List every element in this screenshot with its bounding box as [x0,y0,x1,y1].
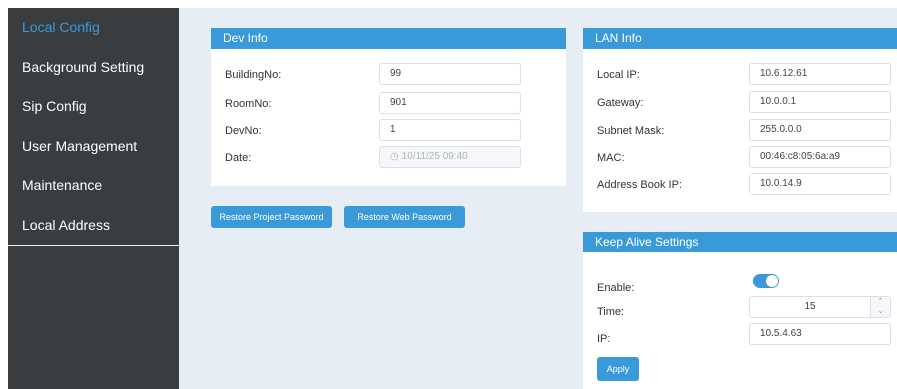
keep-alive-ip-input[interactable]: 10.5.4.63 [749,323,891,345]
local-ip-label: Local IP: [597,69,640,81]
gateway-input[interactable]: 10.0.0.1 [749,91,891,113]
subnet-row: Subnet Mask: 255.0.0.0 [583,119,897,143]
enable-label: Enable: [597,282,635,294]
sidebar-divider [8,245,179,246]
lan-info-panel: LAN Info Local IP: 10.6.12.61 Gateway: 1… [583,28,897,212]
enable-toggle[interactable] [753,274,779,288]
date-value: 10/11/25 09:40 [401,151,468,162]
room-label: RoomNo: [225,98,272,110]
main-content: Dev Info BuildingNo: 99 RoomNo: 901 DevN… [179,8,897,389]
date-label: Date: [225,152,252,164]
keep-alive-header: Keep Alive Settings [583,232,897,252]
time-value: 15 [804,301,816,312]
local-ip-input[interactable]: 10.6.12.61 [749,63,891,85]
gateway-label: Gateway: [597,97,644,109]
date-input[interactable]: ◷ 10/11/25 09:40 [379,146,521,168]
sidebar-item-local-address[interactable]: Local Address [8,206,179,246]
decrement-icon[interactable]: ⌄ [871,307,890,317]
sidebar-item-local-config[interactable]: Local Config [8,8,179,48]
time-row: Time: 15 ⌃ ⌄ [583,296,897,320]
apply-button[interactable]: Apply [597,357,639,381]
toggle-knob [766,275,778,287]
local-ip-row: Local IP: 10.6.12.61 [583,63,897,87]
keep-alive-ip-row: IP: 10.5.4.63 [583,323,897,347]
clock-icon: ◷ [390,151,399,162]
address-book-ip-input[interactable]: 10.0.14.9 [749,173,891,195]
increment-icon[interactable]: ⌃ [871,297,890,307]
room-row: RoomNo: 901 [211,92,566,116]
dev-no-input[interactable]: 1 [379,119,521,141]
restore-web-password-button[interactable]: Restore Web Password [344,206,465,228]
restore-project-password-button[interactable]: Restore Project Password [211,206,332,228]
enable-row: Enable: [583,272,897,296]
mac-input[interactable]: 00:46:c8:05:6a:a9 [749,146,891,168]
subnet-label: Subnet Mask: [597,125,665,137]
mac-label: MAC: [597,152,625,164]
room-no-input[interactable]: 901 [379,92,521,114]
dev-label: DevNo: [225,125,262,137]
subnet-mask-input[interactable]: 255.0.0.0 [749,119,891,141]
sidebar-item-maintenance[interactable]: Maintenance [8,166,179,206]
address-book-label: Address Book IP: [597,179,682,191]
dev-info-header: Dev Info [211,28,566,49]
sidebar-item-user-management[interactable]: User Management [8,127,179,167]
dev-info-panel: Dev Info BuildingNo: 99 RoomNo: 901 DevN… [211,28,566,186]
sidebar-item-sip-config[interactable]: Sip Config [8,87,179,127]
address-book-row: Address Book IP: 10.0.14.9 [583,173,897,197]
building-row: BuildingNo: 99 [211,63,566,87]
gateway-row: Gateway: 10.0.0.1 [583,91,897,115]
stepper-buttons: ⌃ ⌄ [870,297,890,317]
lan-info-header: LAN Info [583,28,897,49]
sidebar-item-background-setting[interactable]: Background Setting [8,48,179,88]
time-stepper[interactable]: 15 ⌃ ⌄ [749,296,891,318]
time-label: Time: [597,306,625,318]
dev-row: DevNo: 1 [211,119,566,143]
building-no-input[interactable]: 99 [379,63,521,85]
keep-alive-ip-label: IP: [597,333,611,345]
building-label: BuildingNo: [225,69,282,81]
keep-alive-panel: Keep Alive Settings Enable: Time: 15 ⌃ ⌄… [583,232,897,389]
date-row: Date: ◷ 10/11/25 09:40 [211,146,566,170]
mac-row: MAC: 00:46:c8:05:6a:a9 [583,146,897,170]
sidebar: Local Config Background Setting Sip Conf… [8,8,179,389]
